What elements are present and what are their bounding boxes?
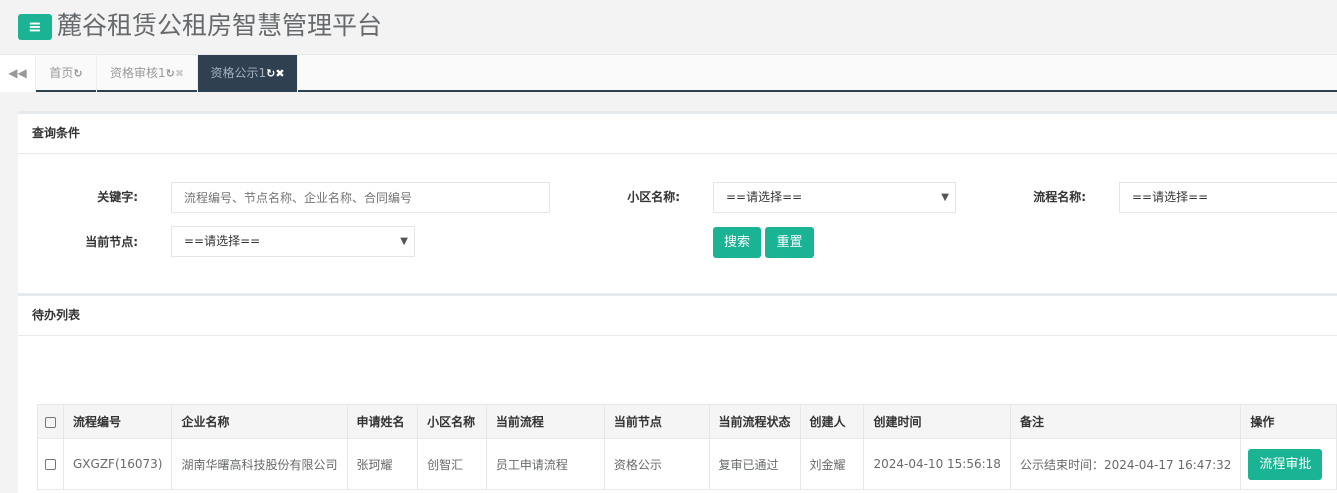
community-label: 小区名称: <box>627 190 680 204</box>
flow-name-input[interactable]: ==请选择== <box>1119 182 1337 213</box>
tab-qualification-publicity[interactable]: 资格公示1↻✖ <box>198 55 298 92</box>
scroll-left-icon[interactable]: ◀◀ <box>0 55 36 92</box>
col-header[interactable]: 当前流程 <box>485 404 605 439</box>
keyword-input[interactable] <box>171 182 550 213</box>
flow-approve-button[interactable]: 流程审批 <box>1248 448 1323 480</box>
refresh-icon[interactable]: ↻ <box>166 67 175 80</box>
search-button[interactable]: 搜索 <box>713 227 761 258</box>
cell-remark: 公示结束时间：2024-04-17 16:47:32 <box>1009 438 1242 490</box>
tab-bar: ◀◀ 首页↻ 资格审核1↻✖ 资格公示1↻✖ <box>0 54 1337 92</box>
cell-status: 复审已通过 <box>708 438 801 490</box>
flow-label: 流程名称: <box>1033 190 1086 204</box>
cell-created-time: 2024-04-10 15:56:18 <box>863 438 1011 490</box>
tab-home[interactable]: 首页↻ <box>36 55 97 92</box>
col-header[interactable]: 当前流程状态 <box>708 404 801 439</box>
query-panel-title: 查询条件 <box>18 114 1337 154</box>
col-header[interactable]: 创建时间 <box>863 404 1011 439</box>
close-icon[interactable]: ✖ <box>275 67 284 80</box>
col-header: 操作 <box>1240 404 1337 439</box>
col-header[interactable]: 申请姓名 <box>346 404 419 439</box>
todo-table: 流程编号 企业名称 申请姓名 小区名称 当前流程 当前节点 当前流程状态 创建人… <box>37 404 1337 490</box>
keyword-label: 关键字: <box>97 190 138 204</box>
cell-applicant: 张珂耀 <box>346 438 419 490</box>
col-header[interactable]: 备注 <box>1009 404 1242 439</box>
tab-label: 首页 <box>49 66 74 80</box>
select-value: ==请选择== <box>184 234 261 248</box>
tab-label: 资格审核1 <box>109 66 166 80</box>
cell-community: 创智汇 <box>417 438 487 490</box>
tab-label: 资格公示1 <box>210 66 267 80</box>
row-checkbox[interactable] <box>45 459 56 470</box>
reset-button[interactable]: 重置 <box>765 227 814 258</box>
node-select[interactable]: ==请选择== ▼ <box>171 226 415 257</box>
refresh-icon[interactable]: ↻ <box>73 67 82 80</box>
select-all-checkbox[interactable] <box>45 416 56 428</box>
cell-creator: 刘金耀 <box>799 438 865 490</box>
chevron-down-icon: ▼ <box>941 192 949 203</box>
cell-current-node: 资格公示 <box>603 438 710 490</box>
cell-flow-id: GXGZF(16073) <box>62 438 173 490</box>
node-label: 当前节点: <box>85 235 138 249</box>
table-row: GXGZF(16073) 湖南华曙高科技股份有限公司 张珂耀 创智汇 员工申请流… <box>37 438 1337 490</box>
col-header[interactable]: 小区名称 <box>417 404 487 439</box>
cell-current-flow: 员工申请流程 <box>485 438 605 490</box>
table-header-row: 流程编号 企业名称 申请姓名 小区名称 当前流程 当前节点 当前流程状态 创建人… <box>37 404 1337 439</box>
chevron-down-icon: ▼ <box>400 236 408 247</box>
todo-panel-title: 待办列表 <box>18 296 1337 336</box>
page-title: 麓谷租赁公租房智慧管理平台 <box>57 11 383 40</box>
col-header[interactable]: 创建人 <box>799 404 865 439</box>
tab-qualification-review[interactable]: 资格审核1↻✖ <box>97 55 198 92</box>
menu-toggle-button[interactable]: ≡ <box>18 14 52 40</box>
refresh-icon[interactable]: ↻ <box>266 67 275 80</box>
col-header[interactable]: 当前节点 <box>603 404 710 439</box>
close-icon[interactable]: ✖ <box>175 67 184 80</box>
col-header[interactable]: 企业名称 <box>171 404 348 439</box>
community-select[interactable]: ==请选择== ▼ <box>713 182 956 213</box>
select-value: ==请选择== <box>726 190 803 204</box>
cell-company: 湖南华曙高科技股份有限公司 <box>171 438 348 490</box>
col-header[interactable]: 流程编号 <box>62 404 173 439</box>
